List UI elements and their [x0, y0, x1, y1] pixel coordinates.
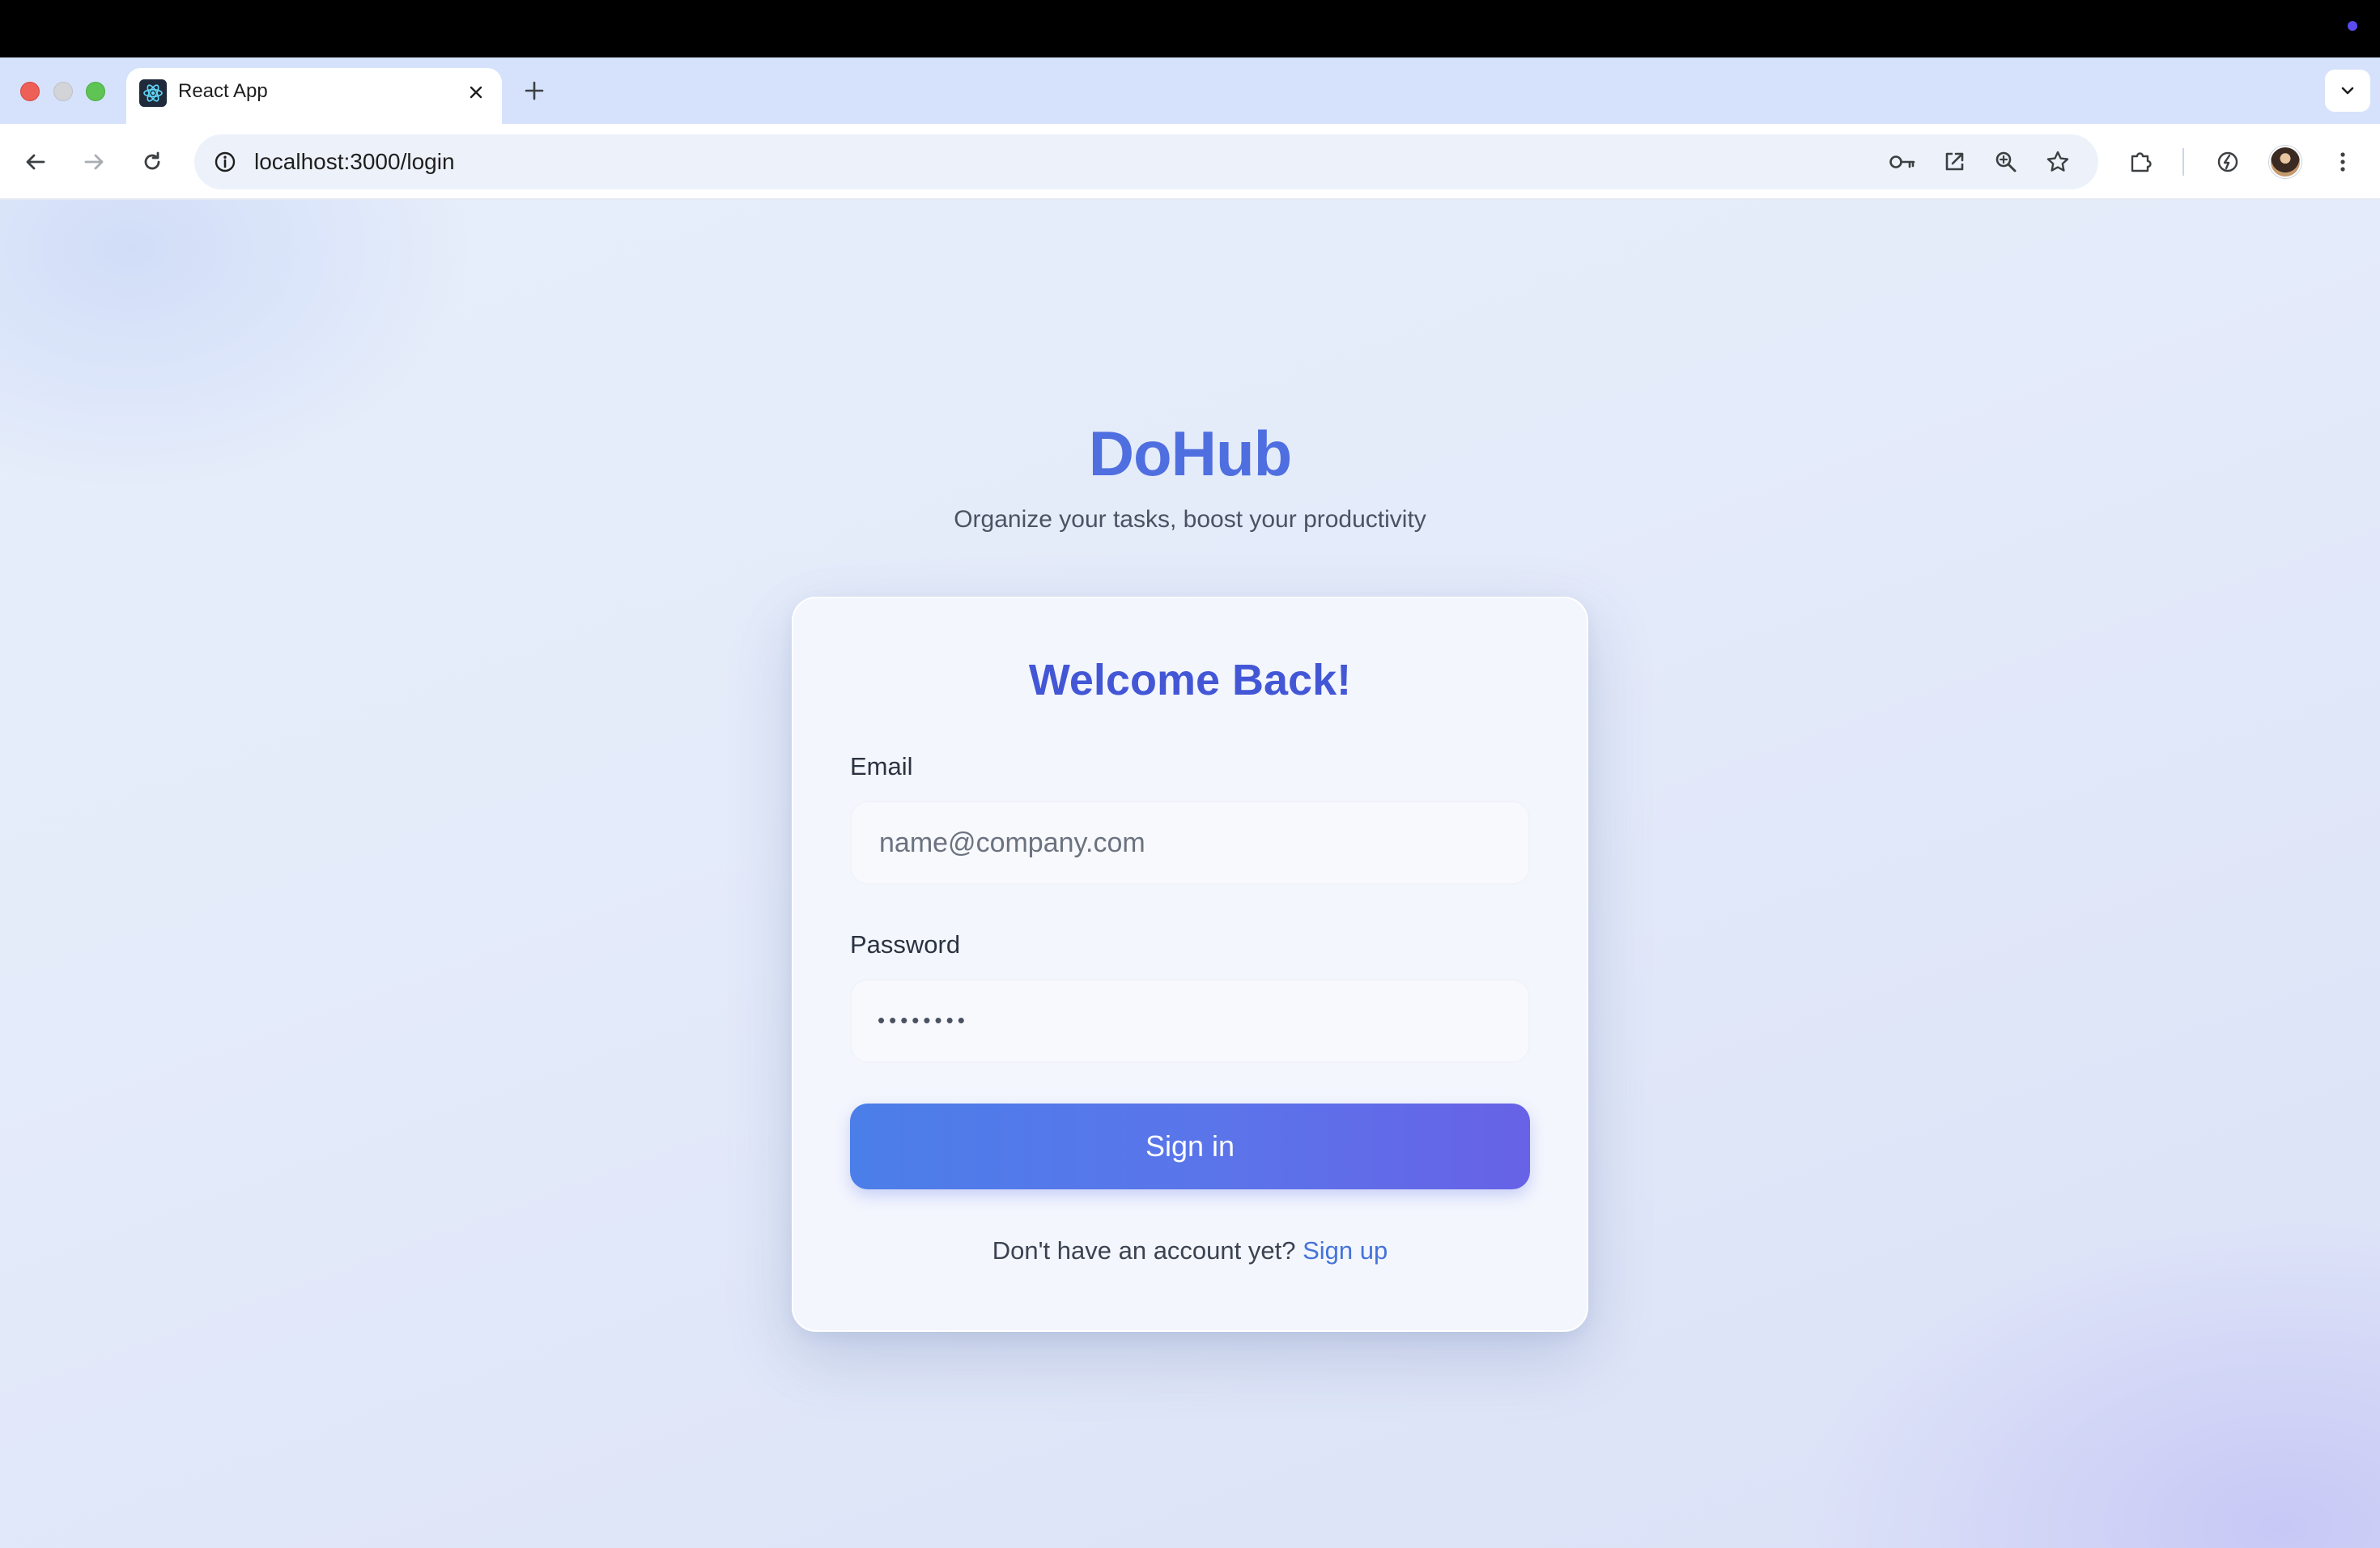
puzzle-icon[interactable]	[2121, 142, 2160, 181]
tab-title: React App	[178, 80, 268, 102]
arrow-right-icon[interactable]	[74, 142, 113, 181]
password-field[interactable]	[850, 979, 1530, 1063]
reload-icon[interactable]	[133, 142, 172, 181]
open-external-icon[interactable]	[1935, 142, 1974, 181]
browser-toolbar: localhost:3000/login	[0, 124, 2380, 200]
sign-in-button[interactable]: Sign in	[850, 1104, 1530, 1189]
tab-search-button[interactable]	[2325, 70, 2370, 112]
status-dot	[2348, 21, 2357, 31]
avatar[interactable]	[2269, 146, 2301, 178]
email-field[interactable]	[850, 801, 1530, 885]
login-card: Welcome Back! Email Password •••••••• Si…	[792, 597, 1588, 1332]
signup-prompt: Don't have an account yet? Sign up	[793, 1236, 1587, 1265]
address-bar[interactable]: localhost:3000/login	[194, 134, 2098, 189]
sign-up-link[interactable]: Sign up	[1303, 1236, 1388, 1265]
browser-tab[interactable]: React App	[126, 68, 502, 124]
react-logo-icon	[139, 79, 167, 107]
signup-prompt-text: Don't have an account yet?	[992, 1236, 1296, 1265]
brand-logo: DoHub	[1088, 418, 1293, 489]
kebab-menu-icon[interactable]	[2323, 142, 2362, 181]
url-text[interactable]: localhost:3000/login	[254, 149, 455, 175]
star-icon[interactable]	[2038, 142, 2077, 181]
new-tab-button[interactable]	[518, 74, 550, 107]
key-icon[interactable]	[1883, 142, 1922, 181]
brand-tagline: Organize your tasks, boost your producti…	[954, 506, 1426, 533]
minimize-window-button[interactable]	[53, 82, 73, 101]
password-label: Password	[850, 930, 961, 959]
tab-close-icon[interactable]	[461, 78, 491, 107]
toolbar-divider	[2182, 148, 2184, 176]
close-window-button[interactable]	[20, 82, 40, 101]
login-page: DoHub Organize your tasks, boost your pr…	[0, 200, 2380, 1548]
info-icon[interactable]	[206, 142, 244, 181]
os-menu-bar	[0, 0, 2380, 57]
maximize-window-button[interactable]	[86, 82, 105, 101]
leaf-icon[interactable]	[2208, 142, 2247, 181]
zoom-icon[interactable]	[1987, 142, 2025, 181]
email-label: Email	[850, 752, 913, 780]
login-title: Welcome Back!	[1028, 656, 1352, 704]
arrow-left-icon[interactable]	[16, 142, 55, 181]
